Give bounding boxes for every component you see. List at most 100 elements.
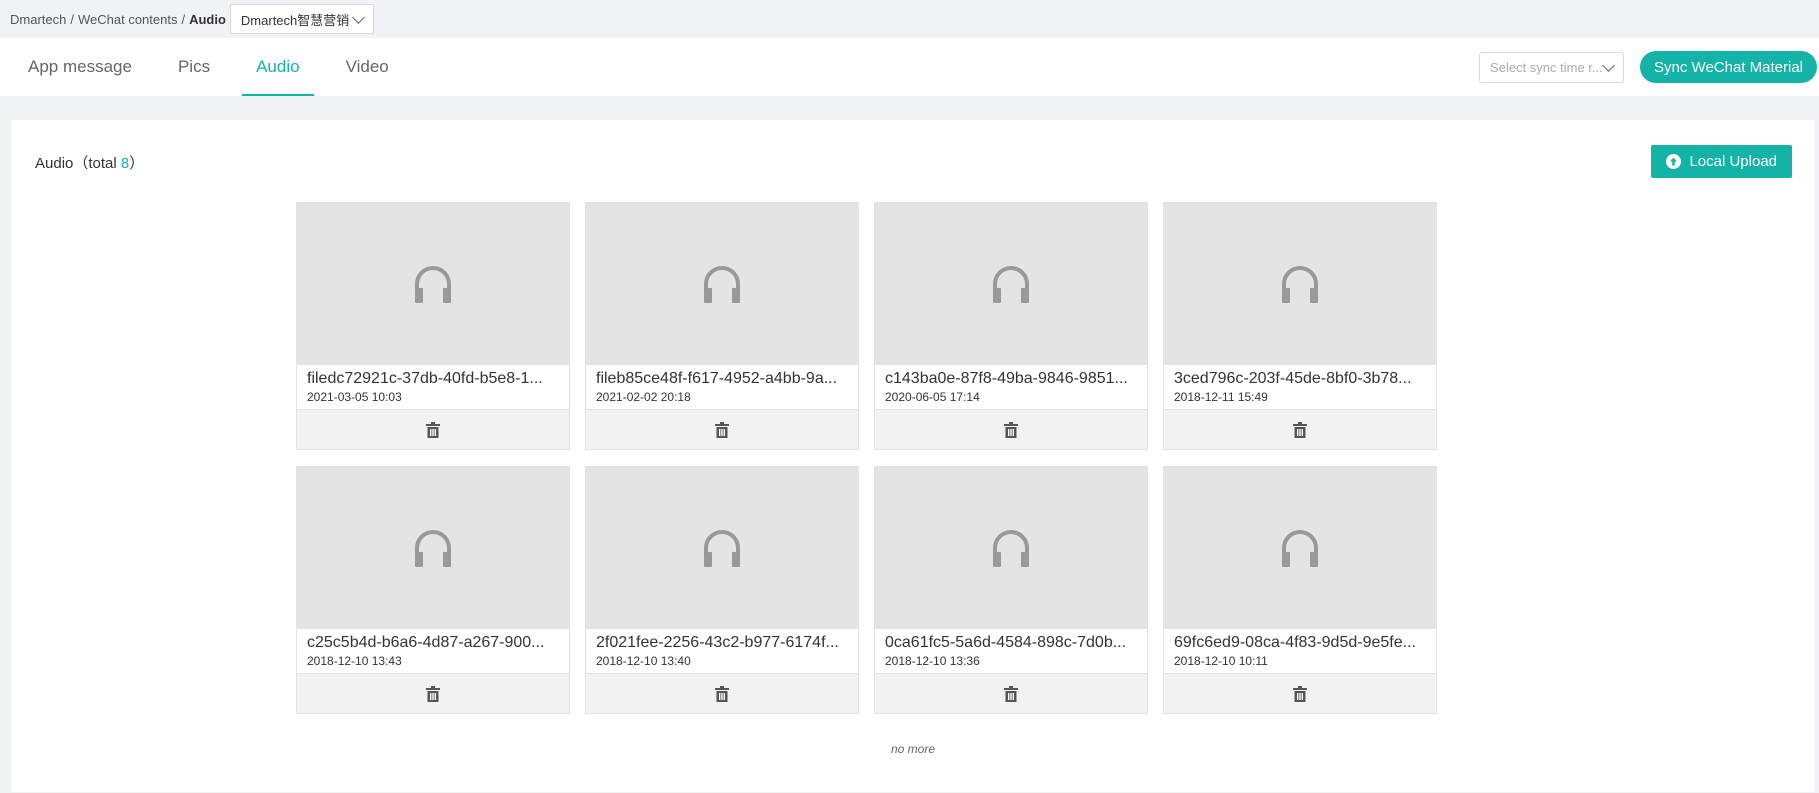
- audio-card-info: 3ced796c-203f-45de-8bf0-3b78... 2018-12-…: [1164, 365, 1436, 409]
- delete-button[interactable]: [715, 685, 729, 702]
- audio-card[interactable]: 0ca61fc5-5a6d-4584-898c-7d0b... 2018-12-…: [874, 466, 1148, 714]
- delete-button[interactable]: [426, 685, 440, 702]
- tab-pics[interactable]: Pics: [164, 38, 224, 96]
- audio-card-info: c25c5b4d-b6a6-4d87-a267-900... 2018-12-1…: [297, 629, 569, 673]
- audio-file-name: c143ba0e-87f8-49ba-9846-9851...: [885, 370, 1128, 387]
- breadcrumb-item-dmartech[interactable]: Dmartech: [10, 12, 66, 27]
- audio-panel: Audio（total 8） Local Upload filedc72921c…: [11, 120, 1815, 792]
- delete-button[interactable]: [1004, 685, 1018, 702]
- audio-card-info: filedc72921c-37db-40fd-b5e8-1... 2021-03…: [297, 365, 569, 409]
- audio-card-info: fileb85ce48f-f617-4952-a4bb-9a... 2021-0…: [586, 365, 858, 409]
- audio-card[interactable]: 69fc6ed9-08ca-4f83-9d5d-9e5fe... 2018-12…: [1163, 466, 1437, 714]
- audio-card-actions: [1164, 673, 1436, 713]
- audio-file-date: 2018-12-10 13:36: [885, 654, 980, 668]
- audio-card[interactable]: c143ba0e-87f8-49ba-9846-9851... 2020-06-…: [874, 202, 1148, 450]
- audio-file-name: 3ced796c-203f-45de-8bf0-3b78...: [1174, 370, 1412, 387]
- panel-title-suffix: ）: [129, 155, 145, 172]
- headphones-icon: [993, 266, 1029, 303]
- audio-total-count: 8: [120, 155, 130, 172]
- trash-icon: [1004, 685, 1018, 702]
- trash-icon: [715, 421, 729, 438]
- trash-icon: [1293, 685, 1307, 702]
- trash-icon: [426, 421, 440, 438]
- audio-card-info: 0ca61fc5-5a6d-4584-898c-7d0b... 2018-12-…: [875, 629, 1147, 673]
- audio-file-date: 2021-03-05 10:03: [307, 390, 402, 404]
- audio-card[interactable]: filedc72921c-37db-40fd-b5e8-1... 2021-03…: [296, 202, 570, 450]
- headphones-icon: [704, 266, 740, 303]
- audio-file-date: 2020-06-05 17:14: [885, 390, 980, 404]
- sync-wechat-material-button[interactable]: Sync WeChat Material: [1640, 51, 1817, 83]
- headphones-icon: [993, 530, 1029, 567]
- breadcrumb-separator: /: [181, 11, 186, 27]
- delete-button[interactable]: [1004, 421, 1018, 438]
- no-more-text: no more: [890, 742, 936, 756]
- audio-file-name: fileb85ce48f-f617-4952-a4bb-9a...: [596, 370, 838, 387]
- trash-icon: [1004, 421, 1018, 438]
- headphones-icon: [1282, 530, 1318, 567]
- audio-thumbnail: [297, 467, 569, 629]
- sync-time-select[interactable]: Select sync time r...: [1479, 51, 1625, 83]
- audio-file-date: 2021-02-02 20:18: [596, 390, 691, 404]
- chevron-down-icon: [352, 10, 365, 24]
- breadcrumb-item-wechat-contents[interactable]: WeChat contents: [78, 12, 177, 27]
- audio-file-date: 2018-12-11 15:49: [1174, 390, 1268, 404]
- breadcrumb-separator: /: [70, 11, 74, 27]
- audio-card-actions: [297, 673, 569, 713]
- trash-icon: [1293, 421, 1307, 438]
- audio-card-info: 69fc6ed9-08ca-4f83-9d5d-9e5fe... 2018-12…: [1164, 629, 1436, 673]
- audio-file-name: 0ca61fc5-5a6d-4584-898c-7d0b...: [885, 634, 1127, 651]
- headphones-icon: [1282, 266, 1318, 303]
- audio-card[interactable]: 3ced796c-203f-45de-8bf0-3b78... 2018-12-…: [1163, 202, 1437, 450]
- trash-icon: [426, 685, 440, 702]
- audio-thumbnail: [875, 203, 1147, 365]
- audio-file-date: 2018-12-10 10:11: [1174, 654, 1268, 668]
- tabs: App message Pics Audio Video: [0, 38, 421, 96]
- audio-thumbnail: [875, 467, 1147, 629]
- delete-button[interactable]: [715, 421, 729, 438]
- audio-thumbnail: [586, 467, 858, 629]
- audio-grid: filedc72921c-37db-40fd-b5e8-1... 2021-03…: [296, 202, 1438, 714]
- audio-thumbnail: [1164, 203, 1436, 365]
- audio-card[interactable]: fileb85ce48f-f617-4952-a4bb-9a... 2021-0…: [585, 202, 859, 450]
- headphones-icon: [415, 266, 451, 303]
- trash-icon: [715, 685, 729, 702]
- account-select[interactable]: Dmartech智慧营销: [229, 4, 374, 34]
- audio-card[interactable]: c25c5b4d-b6a6-4d87-a267-900... 2018-12-1…: [296, 466, 570, 714]
- audio-thumbnail: [1164, 467, 1436, 629]
- audio-card-actions: [875, 409, 1147, 449]
- audio-thumbnail: [586, 203, 858, 365]
- panel-title-label: Audio（total: [35, 155, 121, 172]
- headphones-icon: [704, 530, 740, 567]
- breadcrumb: Dmartech / WeChat contents / Audio Dmart…: [0, 0, 1819, 38]
- audio-file-name: filedc72921c-37db-40fd-b5e8-1...: [307, 370, 543, 387]
- audio-file-date: 2018-12-10 13:43: [307, 654, 402, 668]
- delete-button[interactable]: [426, 421, 440, 438]
- local-upload-button[interactable]: Local Upload: [1651, 145, 1792, 178]
- breadcrumb-current: Audio: [189, 11, 226, 27]
- tab-app-message[interactable]: App message: [14, 38, 146, 96]
- audio-card-actions: [297, 409, 569, 449]
- audio-card-actions: [1164, 409, 1436, 449]
- delete-button[interactable]: [1293, 685, 1307, 702]
- chevron-down-icon: [1602, 58, 1615, 72]
- audio-file-name: c25c5b4d-b6a6-4d87-a267-900...: [307, 634, 545, 651]
- delete-button[interactable]: [1293, 421, 1307, 438]
- tab-audio[interactable]: Audio: [242, 38, 315, 96]
- sync-time-placeholder: Select sync time r...: [1490, 59, 1603, 75]
- audio-card[interactable]: 2f021fee-2256-43c2-b977-6174f... 2018-12…: [585, 466, 859, 714]
- audio-card-actions: [586, 673, 858, 713]
- audio-card-info: 2f021fee-2256-43c2-b977-6174f... 2018-12…: [586, 629, 858, 673]
- audio-file-date: 2018-12-10 13:40: [596, 654, 691, 668]
- tabs-bar: App message Pics Audio Video Select sync…: [0, 38, 1819, 96]
- audio-thumbnail: [297, 203, 569, 365]
- audio-card-info: c143ba0e-87f8-49ba-9846-9851... 2020-06-…: [875, 365, 1147, 409]
- audio-file-name: 2f021fee-2256-43c2-b977-6174f...: [596, 634, 839, 651]
- headphones-icon: [415, 530, 451, 567]
- local-upload-label: Local Upload: [1689, 153, 1777, 170]
- panel-title: Audio（total 8）: [35, 152, 144, 173]
- audio-card-actions: [586, 409, 858, 449]
- audio-card-actions: [875, 673, 1147, 713]
- audio-file-name: 69fc6ed9-08ca-4f83-9d5d-9e5fe...: [1174, 634, 1416, 651]
- tab-video[interactable]: Video: [332, 38, 403, 96]
- upload-icon: [1666, 154, 1682, 169]
